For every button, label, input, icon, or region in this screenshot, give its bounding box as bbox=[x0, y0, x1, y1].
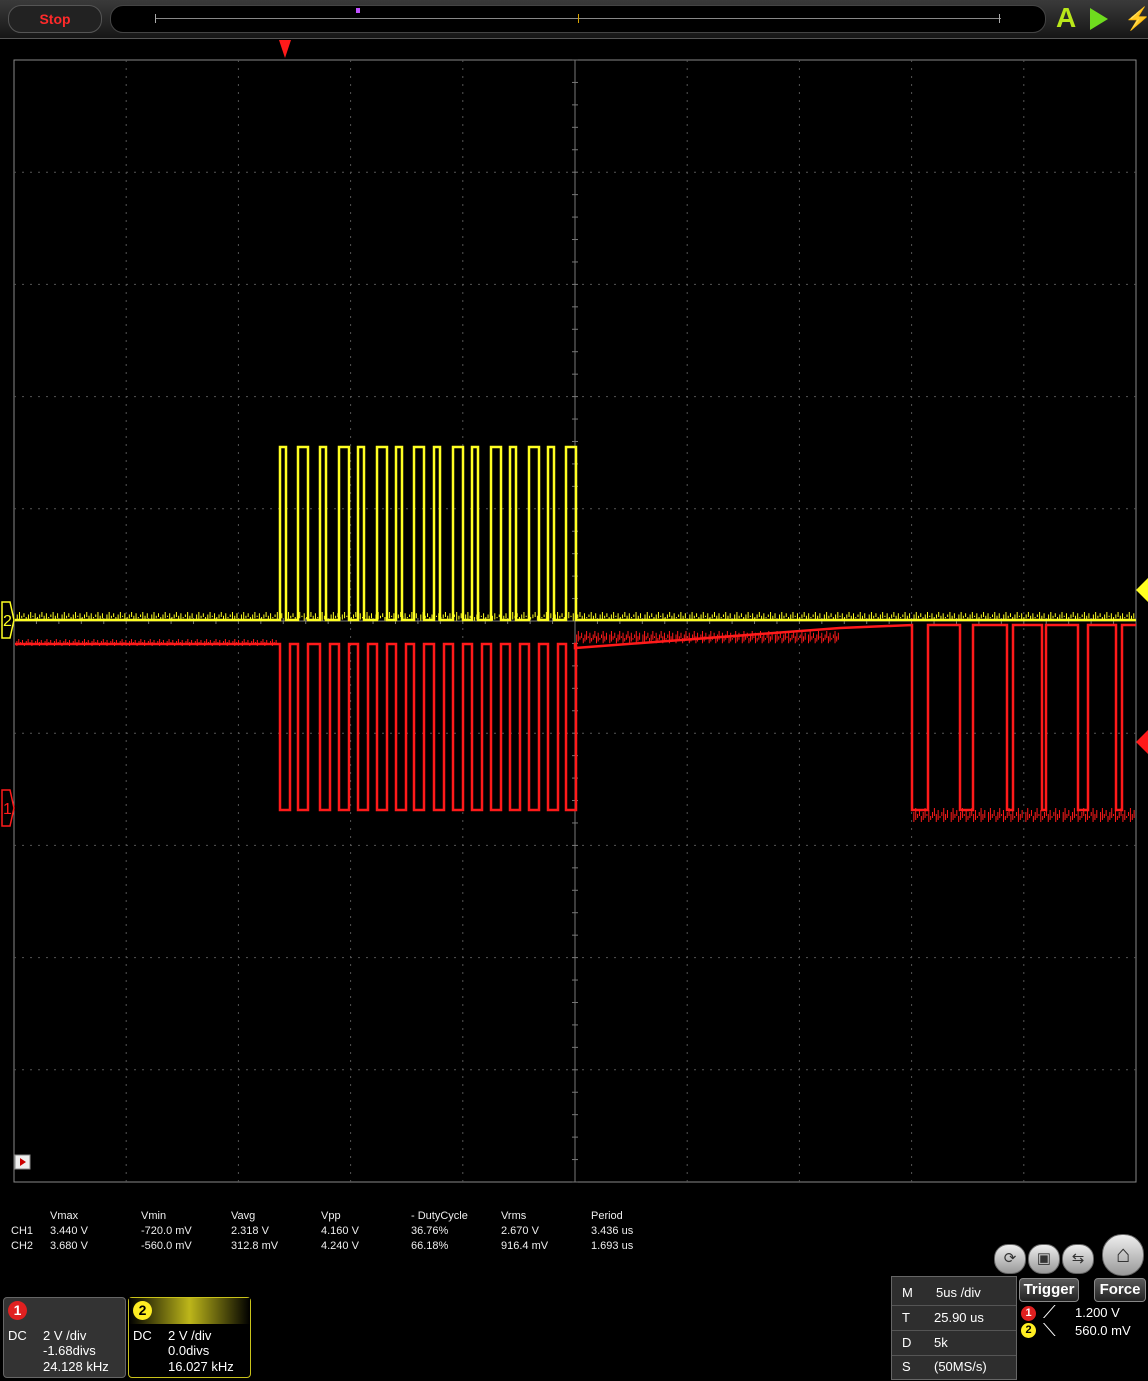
trigger-ch1-level: 1.200 V bbox=[1075, 1305, 1120, 1320]
meas-value: 916.4 mV bbox=[501, 1240, 549, 1252]
measurement-table: Vmax Vmin Vavg Vpp - DutyCycle Vrms Peri… bbox=[0, 1205, 700, 1265]
lightning-icon[interactable]: ⚡ bbox=[1124, 6, 1148, 32]
ch2-level-marker[interactable]: 2 bbox=[1, 601, 15, 639]
ch2-offset: 0.0divs bbox=[168, 1343, 210, 1358]
meas-header: Vmax bbox=[50, 1210, 79, 1222]
meas-value: 2.670 V bbox=[501, 1225, 539, 1237]
timebase-value: 5us /div bbox=[936, 1285, 981, 1300]
timebase-row[interactable]: T 25.90 us bbox=[892, 1306, 1016, 1331]
trigger-ch2-level: 560.0 mV bbox=[1075, 1323, 1131, 1338]
timebase-key: T bbox=[902, 1310, 910, 1325]
timebase-row[interactable]: S (50MS/s) bbox=[892, 1355, 1016, 1379]
ch1-trigger-level-marker[interactable] bbox=[1136, 730, 1148, 754]
waveform-display[interactable]: 2 1 bbox=[0, 38, 1148, 1198]
ch2-settings-panel[interactable]: 2 DC 2 V /div 0.0divs 16.027 kHz bbox=[128, 1297, 251, 1378]
timebase-key: S bbox=[902, 1359, 911, 1374]
meas-value: 2.318 V bbox=[231, 1225, 269, 1237]
ch1-level-marker[interactable]: 1 bbox=[1, 789, 15, 827]
trigger-panel: Trigger Force 1 2 ⟋ ⟍ 1.200 V 560.0 mV bbox=[1017, 1276, 1148, 1378]
timeline-trigger-marker bbox=[356, 8, 360, 13]
trigger-ch1-badge: 1 bbox=[1021, 1306, 1036, 1321]
meas-header: Vmin bbox=[141, 1210, 167, 1222]
ch1-settings-panel[interactable]: 1 DC 2 V /div -1.68divs 24.128 kHz bbox=[3, 1297, 126, 1378]
meas-value: 66.18% bbox=[411, 1240, 449, 1252]
timebase-value: 25.90 us bbox=[934, 1310, 984, 1325]
meas-row-label: CH2 bbox=[11, 1240, 34, 1252]
force-button[interactable]: Force bbox=[1094, 1278, 1146, 1302]
ch2-badge: 2 bbox=[133, 1301, 152, 1320]
ch2-frequency: 16.027 kHz bbox=[168, 1359, 234, 1374]
timebase-row[interactable]: D 5k bbox=[892, 1331, 1016, 1356]
meas-value: -560.0 mV bbox=[141, 1240, 192, 1252]
meas-value: 4.160 V bbox=[321, 1225, 359, 1237]
auto-icon[interactable]: A bbox=[1056, 3, 1076, 33]
timeline-start-tick bbox=[155, 14, 156, 23]
timebase-value: 5k bbox=[934, 1335, 948, 1350]
display-mode-icon[interactable]: ⇆ bbox=[1062, 1244, 1094, 1274]
home-icon[interactable]: ⌂ bbox=[1102, 1234, 1144, 1276]
ch1-coupling: DC bbox=[8, 1328, 27, 1343]
meas-row-label: CH1 bbox=[11, 1225, 34, 1237]
timebase-panel[interactable]: M 5us /div T 25.90 us D 5k S (50MS/s) bbox=[891, 1276, 1017, 1380]
save-icon[interactable]: ▣ bbox=[1028, 1244, 1060, 1274]
meas-value: 36.76% bbox=[411, 1225, 449, 1237]
timeline-bar[interactable] bbox=[110, 5, 1046, 33]
meas-value: 3.436 us bbox=[591, 1225, 634, 1237]
ch1-scale: 2 V /div bbox=[43, 1328, 87, 1343]
meas-value: 4.240 V bbox=[321, 1240, 359, 1252]
timeline-end-tick bbox=[999, 14, 1000, 23]
meas-header: Period bbox=[591, 1210, 623, 1222]
display-toolbar: ⟳ ▣ ⇆ ⌂ bbox=[990, 1234, 1148, 1276]
meas-header: Vpp bbox=[321, 1210, 341, 1222]
timebase-key: M bbox=[902, 1285, 913, 1300]
meas-value: -720.0 mV bbox=[141, 1225, 192, 1237]
ch2-scale: 2 V /div bbox=[168, 1328, 212, 1343]
ch1-frequency: 24.128 kHz bbox=[43, 1359, 109, 1374]
meas-header: Vrms bbox=[501, 1210, 527, 1222]
timebase-key: D bbox=[902, 1335, 912, 1350]
trigger-ch2-badge: 2 bbox=[1021, 1323, 1036, 1338]
ch2-marker-label: 2 bbox=[3, 613, 12, 630]
ch1-badge: 1 bbox=[8, 1301, 27, 1320]
timebase-value: (50MS/s) bbox=[934, 1359, 987, 1374]
meas-value: 1.693 us bbox=[591, 1240, 634, 1252]
ch1-marker-label: 1 bbox=[3, 801, 12, 818]
trigger-button[interactable]: Trigger bbox=[1019, 1278, 1079, 1302]
top-bar: Stop A ⚡ bbox=[0, 0, 1148, 39]
meas-header: - DutyCycle bbox=[411, 1210, 468, 1222]
falling-edge-icon: ⟍ bbox=[1043, 1320, 1056, 1340]
meas-value: 3.680 V bbox=[50, 1240, 88, 1252]
stop-button[interactable]: Stop bbox=[8, 5, 102, 33]
ch1-offset: -1.68divs bbox=[43, 1343, 96, 1358]
play-icon[interactable] bbox=[1090, 8, 1108, 30]
meas-header: Vavg bbox=[231, 1210, 256, 1222]
timebase-row[interactable]: M 5us /div bbox=[892, 1281, 1016, 1306]
ch2-trigger-level-marker[interactable] bbox=[1136, 578, 1148, 602]
ch2-coupling: DC bbox=[133, 1328, 152, 1343]
meas-value: 3.440 V bbox=[50, 1225, 88, 1237]
autoset-icon[interactable]: ⟳ bbox=[994, 1244, 1026, 1274]
meas-value: 312.8 mV bbox=[231, 1240, 279, 1252]
timeline-center-marker bbox=[578, 14, 579, 23]
trigger-position-marker[interactable] bbox=[279, 40, 291, 58]
